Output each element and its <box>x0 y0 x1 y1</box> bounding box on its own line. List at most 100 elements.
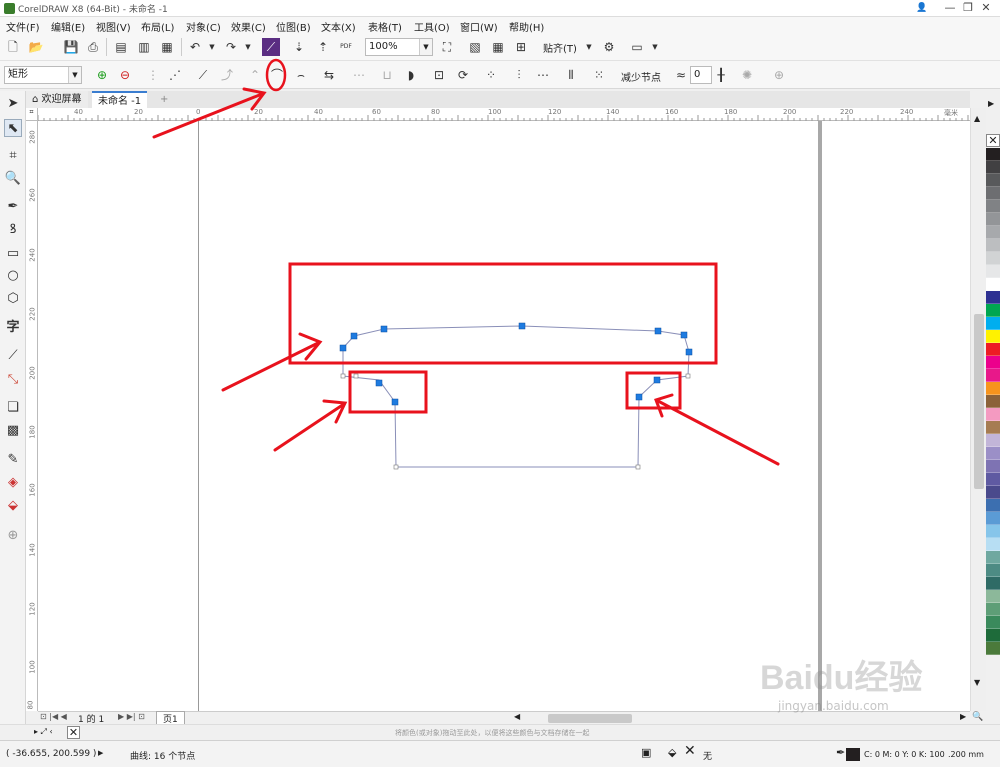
scroll-up-icon[interactable]: ▲ <box>974 114 980 123</box>
cut-icon[interactable]: ▤ <box>112 38 130 56</box>
add-tool-icon[interactable]: ⊕ <box>4 527 22 545</box>
reduce-nodes-button[interactable]: 减少节点 <box>621 69 661 84</box>
node[interactable] <box>339 344 347 352</box>
palette-scroll-up-icon[interactable]: ▶ <box>988 99 994 108</box>
mirror-vertical-icon[interactable]: ⋯ <box>534 66 552 84</box>
curve-corner-nodes[interactable] <box>340 373 691 470</box>
color-swatch[interactable] <box>986 161 1000 174</box>
color-swatch[interactable] <box>986 616 1000 629</box>
color-swatch[interactable] <box>986 278 1000 291</box>
color-swatch[interactable] <box>986 304 1000 317</box>
color-swatch[interactable] <box>986 226 1000 239</box>
fill-type-icon[interactable]: ▣ <box>641 746 651 759</box>
redo-icon[interactable]: ↷ <box>222 38 240 56</box>
fill-bucket-icon[interactable]: ⬙ <box>668 746 676 759</box>
vertical-ruler[interactable]: 280 260 240 220 200 180 160 140 120 100 … <box>26 121 38 711</box>
node[interactable] <box>653 376 661 384</box>
show-rulers-icon[interactable]: ▧ <box>466 38 484 56</box>
color-swatch[interactable] <box>986 330 1000 343</box>
pick-tool-icon[interactable]: ➤ <box>4 95 22 113</box>
color-swatch[interactable] <box>986 200 1000 213</box>
menu-table[interactable]: 表格(T) <box>368 19 402 34</box>
color-swatch[interactable] <box>986 356 1000 369</box>
stretch-nodes-icon[interactable]: ⊡ <box>430 66 448 84</box>
no-color-swatch[interactable]: ✕ <box>986 134 1000 147</box>
hscroll-right-icon[interactable]: ▶ <box>960 712 966 721</box>
outline-color-swatch[interactable] <box>846 748 860 761</box>
shape-tool-icon[interactable]: ⬉ <box>4 119 22 137</box>
palette-tools-icon[interactable]: ▸ ⤢ ‹ <box>34 727 53 737</box>
undo-dropdown-icon[interactable]: ▼ <box>203 38 221 56</box>
add-tool-icon[interactable]: ⊕ <box>770 66 788 84</box>
search-content-icon[interactable]: ⟋ <box>262 38 280 56</box>
tab-untitled[interactable]: 未命名 -1 <box>92 91 148 108</box>
color-swatch[interactable] <box>986 187 1000 200</box>
node[interactable] <box>635 464 641 470</box>
node[interactable] <box>353 373 359 379</box>
drawing-svg[interactable] <box>38 121 970 711</box>
zoom-level-select[interactable]: 100% ▼ <box>365 38 433 56</box>
full-screen-icon[interactable]: ⛶ <box>438 38 456 56</box>
color-swatch[interactable] <box>986 382 1000 395</box>
copy-icon[interactable]: ▥ <box>135 38 153 56</box>
import-icon[interactable]: ⇣ <box>290 38 308 56</box>
artistic-media-icon[interactable]: ꝸ <box>4 221 22 239</box>
rectangle-tool-icon[interactable]: ▭ <box>4 245 22 263</box>
color-swatch[interactable] <box>986 525 1000 538</box>
new-document-icon[interactable]: 🗋 <box>4 38 22 56</box>
elastic-mode-icon[interactable]: ⫴ <box>562 66 580 84</box>
rotate-nodes-icon[interactable]: ⟳ <box>454 66 472 84</box>
no-color-icon[interactable]: ✕ <box>67 726 80 739</box>
undo-icon[interactable]: ↶ <box>186 38 204 56</box>
open-icon[interactable]: 📂 <box>27 38 45 56</box>
application-launcher-icon[interactable]: ▭ <box>628 38 646 56</box>
color-swatch[interactable] <box>986 447 1000 460</box>
node[interactable] <box>350 332 358 340</box>
crop-tool-icon[interactable]: ⌗ <box>4 147 22 165</box>
options-gear-icon[interactable]: ⚙ <box>600 38 618 56</box>
color-swatch[interactable] <box>986 538 1000 551</box>
freehand-tool-icon[interactable]: ✒ <box>4 198 22 216</box>
node[interactable] <box>391 398 399 406</box>
interactive-fill-icon[interactable]: ◈ <box>4 474 22 492</box>
mirror-horizontal-icon[interactable]: ⫶ <box>510 66 528 84</box>
menu-window[interactable]: 窗口(W) <box>460 19 498 34</box>
menu-help[interactable]: 帮助(H) <box>509 19 544 34</box>
node[interactable] <box>635 393 643 401</box>
color-swatch[interactable] <box>986 486 1000 499</box>
color-swatch[interactable] <box>986 343 1000 356</box>
extend-curve-icon[interactable]: ⋯ <box>350 66 368 84</box>
smoothness-slider-icon[interactable]: ╂ <box>712 66 730 84</box>
node[interactable] <box>380 325 388 333</box>
color-swatch[interactable] <box>986 577 1000 590</box>
color-swatch[interactable] <box>986 473 1000 486</box>
color-swatch[interactable] <box>986 408 1000 421</box>
color-swatch[interactable] <box>986 642 1000 655</box>
zoom-tool-icon[interactable]: 🔍 <box>4 170 22 188</box>
hscroll-thumb[interactable] <box>548 714 632 723</box>
ellipse-tool-icon[interactable]: ○ <box>4 267 22 285</box>
show-guidelines-icon[interactable]: ⊞ <box>512 38 530 56</box>
delete-node-icon[interactable]: ⊖ <box>116 66 134 84</box>
node[interactable] <box>518 322 526 330</box>
node[interactable] <box>680 331 688 339</box>
scroll-down-icon[interactable]: ▼ <box>974 678 980 687</box>
scroll-thumb[interactable] <box>974 314 984 489</box>
close-curve-icon[interactable]: ◗ <box>402 66 420 84</box>
color-swatch[interactable] <box>986 499 1000 512</box>
connector-tool-icon[interactable]: ⤡ <box>4 371 22 389</box>
export-icon[interactable]: ⇡ <box>314 38 332 56</box>
menu-object[interactable]: 对象(C) <box>186 19 221 34</box>
menu-bitmaps[interactable]: 位图(B) <box>276 19 311 34</box>
reverse-direction-icon[interactable]: ⇆ <box>320 66 338 84</box>
show-grid-icon[interactable]: ▦ <box>489 38 507 56</box>
status-expand-icon[interactable]: ▶ <box>98 749 103 757</box>
zoom-nav-icon[interactable]: 🔍 <box>972 712 983 722</box>
smart-fill-icon[interactable]: ⬙ <box>4 497 22 515</box>
account-icon[interactable]: 👤 <box>908 0 936 16</box>
snap-to-menu[interactable]: 贴齐(T) <box>543 40 577 55</box>
redo-dropdown-icon[interactable]: ▼ <box>239 38 257 56</box>
color-swatch[interactable] <box>986 239 1000 252</box>
color-swatch[interactable] <box>986 291 1000 304</box>
eyedropper-icon[interactable]: ✎ <box>4 451 22 469</box>
